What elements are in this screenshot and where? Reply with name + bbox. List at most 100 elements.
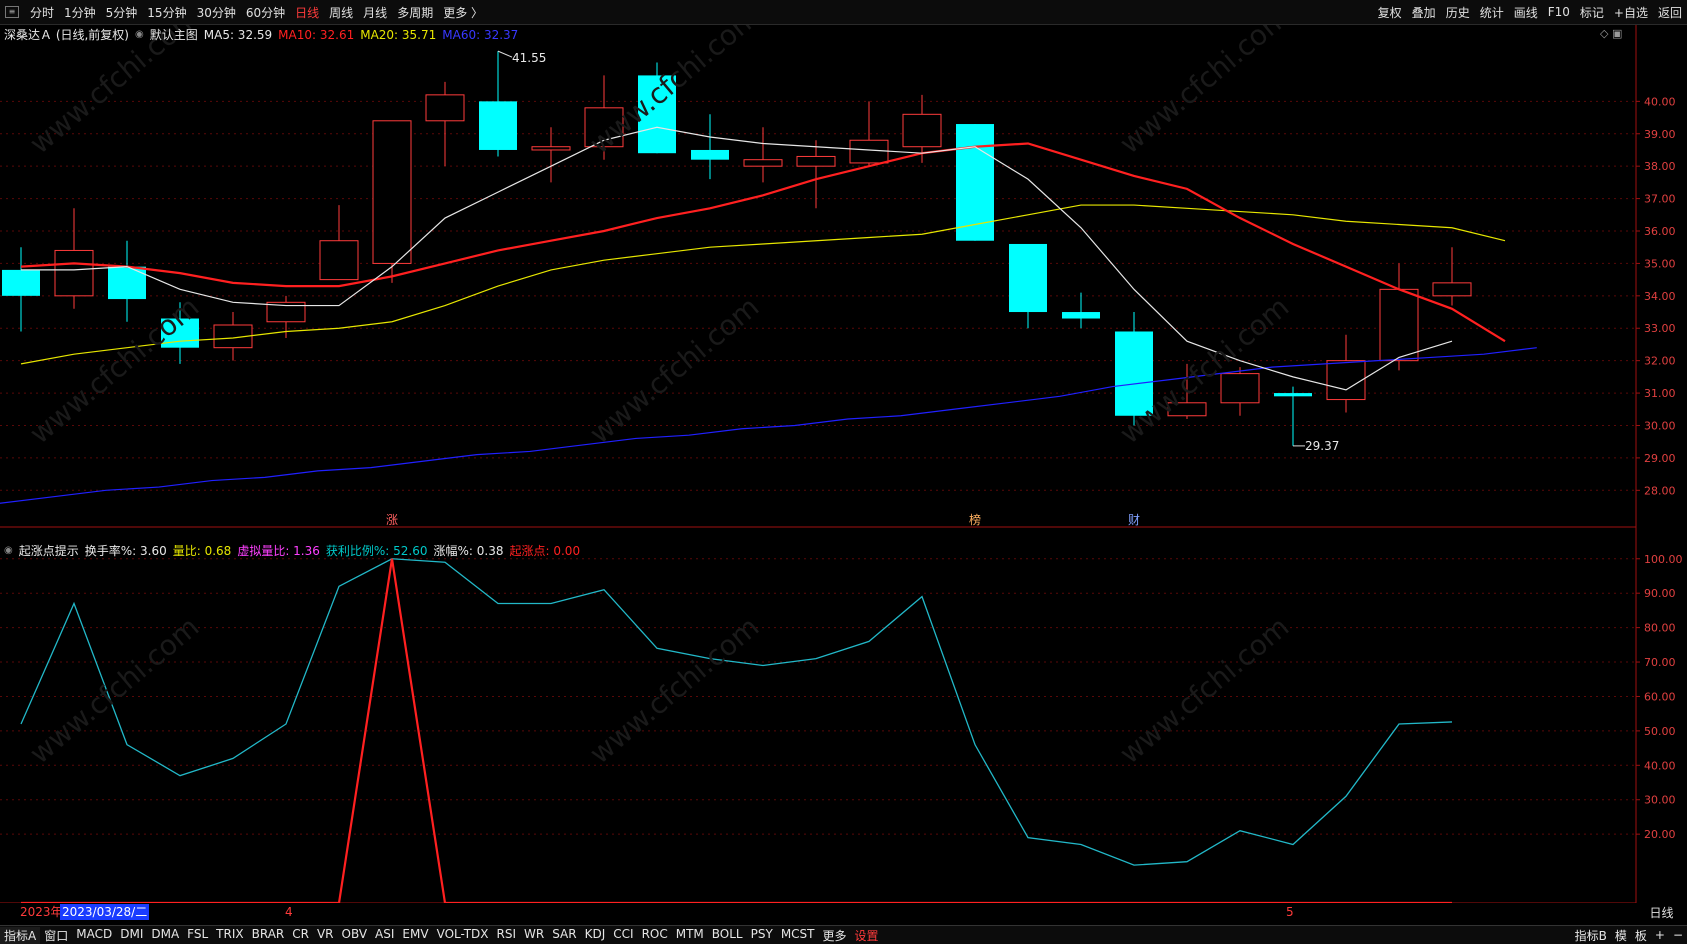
main-legend: 深桑达Ａ (日线,前复权) ◉ 默认主图 MA5: 32.59 MA10: 32… bbox=[4, 26, 518, 43]
indicator-right-tab-2[interactable]: 板 bbox=[1631, 927, 1651, 944]
indicator-tab-19[interactable]: ROC bbox=[638, 927, 672, 944]
chart-area[interactable]: 28.00 29.00 30.00 31.00 32.00 33.00 34.00 35.00… bbox=[0, 25, 1687, 925]
indicator-tick-label: 40.00 bbox=[1644, 759, 1676, 772]
indicator-tab-4[interactable]: DMA bbox=[147, 927, 183, 944]
vol-ratio-value: 量比: 0.68 bbox=[172, 544, 232, 558]
period-tab-2[interactable]: 5分钟 bbox=[101, 4, 143, 21]
indicator-tab-5[interactable]: FSL bbox=[183, 927, 212, 944]
candle-body-up bbox=[531, 146, 571, 151]
low-price-label: 29.37 bbox=[1305, 439, 1339, 453]
price-tick-label: 30.00 bbox=[1644, 419, 1676, 432]
period-tab-4[interactable]: 30分钟 bbox=[192, 4, 241, 21]
candle-body-up bbox=[1432, 282, 1472, 297]
period-tab-10[interactable]: 更多 〉 bbox=[438, 4, 488, 21]
indicator-right-tab-0[interactable]: 指标B bbox=[1571, 927, 1611, 944]
price-tick-label: 39.00 bbox=[1644, 128, 1676, 141]
watermark: www.cfchi.com bbox=[23, 25, 205, 160]
watermark: www.cfchi.com bbox=[1113, 25, 1295, 160]
candle-body-up bbox=[425, 94, 465, 122]
chart-settings-icon[interactable]: ◉ bbox=[135, 29, 144, 40]
watermark: www.cfchi.com bbox=[583, 610, 765, 770]
indicator-tabs-bar: 指标A 窗口 MACD DMI DMA FSL TRIX BRAR CR VR OBV ASI EMV V… bbox=[0, 925, 1687, 944]
period-tab-5[interactable]: 60分钟 bbox=[241, 4, 290, 21]
indicator-tab-15[interactable]: WR bbox=[520, 927, 548, 944]
indicator-tab-9[interactable]: VR bbox=[313, 927, 338, 944]
chart-name[interactable]: 默认主图 bbox=[150, 26, 198, 43]
right-toolbar: 复权 叠加 历史 统计 画线 F10 标记 +自选 返回 bbox=[1373, 0, 1687, 24]
price-tick-label: 37.00 bbox=[1644, 193, 1676, 206]
toolbar-tool-6[interactable]: 标记 bbox=[1575, 4, 1609, 21]
indicator-name[interactable]: 起涨点提示 bbox=[19, 542, 79, 559]
price-tick-label: 36.00 bbox=[1644, 225, 1676, 238]
ma5-value: MA5: 32.59 bbox=[203, 27, 273, 42]
indicator-tab-10[interactable]: OBV bbox=[338, 927, 372, 944]
candle-body-down bbox=[1062, 312, 1100, 319]
toolbar-tool-7[interactable]: +自选 bbox=[1609, 4, 1653, 21]
indicator-tab-2[interactable]: MACD bbox=[72, 927, 116, 944]
period-tabs: 分时 1分钟 5分钟 15分钟 30分钟 60分钟 日线 周线 月线 多周期 更多 〉 bbox=[25, 4, 488, 21]
indicator-right-tab-1[interactable]: 模 bbox=[1611, 927, 1631, 944]
indicator-right-tab-3[interactable]: + bbox=[1651, 928, 1669, 942]
stock-title: 深桑达Ａ (日线,前复权) bbox=[4, 28, 129, 42]
watermark: www.cfchi.com bbox=[23, 290, 205, 450]
toolbar-tool-8[interactable]: 返回 bbox=[1653, 4, 1687, 21]
month-4-label: 4 bbox=[285, 905, 293, 919]
indicator-tick-label: 30.00 bbox=[1644, 794, 1676, 807]
period-tab-1[interactable]: 1分钟 bbox=[59, 4, 101, 21]
menu-icon[interactable]: ≡ bbox=[5, 6, 19, 18]
candle-body-up bbox=[849, 139, 889, 164]
indicator-tab-6[interactable]: TRIX bbox=[212, 927, 247, 944]
indicator-tab-11[interactable]: ASI bbox=[371, 927, 398, 944]
indicator-tab-18[interactable]: CCI bbox=[609, 927, 637, 944]
kline-chart-svg[interactable]: 28.00 29.00 30.00 31.00 32.00 33.00 34.00 35.00… bbox=[0, 25, 1687, 903]
indicator-tab-21[interactable]: BOLL bbox=[708, 927, 747, 944]
indicator-tab-16[interactable]: SAR bbox=[548, 927, 580, 944]
window-buttons[interactable]: ◇ ▣ bbox=[1600, 27, 1622, 40]
candle-body-down bbox=[1274, 393, 1312, 397]
period-tab-6[interactable]: 日线 bbox=[290, 4, 324, 21]
indicator-tab-14[interactable]: RSI bbox=[493, 927, 521, 944]
toolbar-tool-3[interactable]: 统计 bbox=[1475, 4, 1509, 21]
period-tab-8[interactable]: 月线 bbox=[358, 4, 392, 21]
candle-body-up bbox=[1326, 360, 1366, 401]
period-axis-label[interactable]: 日线 bbox=[1636, 903, 1687, 923]
month-5-label: 5 bbox=[1286, 905, 1294, 919]
indicator-settings-icon[interactable]: ◉ bbox=[4, 545, 13, 556]
indicator-tab-0[interactable]: 指标A bbox=[0, 926, 41, 944]
cursor-date: 2023/03/28/二 bbox=[60, 904, 150, 920]
price-tick-label: 40.00 bbox=[1644, 95, 1676, 108]
candle-body-up bbox=[743, 159, 783, 167]
ma10-value: MA10: 32.61 bbox=[278, 27, 355, 42]
ma20-value: MA20: 35.71 bbox=[360, 27, 437, 42]
indicator-tab-3[interactable]: DMI bbox=[116, 927, 147, 944]
price-tick-label: 34.00 bbox=[1644, 290, 1676, 303]
indicator-right-tab-4[interactable]: − bbox=[1669, 928, 1687, 942]
indicator-tick-label: 60.00 bbox=[1644, 690, 1676, 703]
indicator-tab-17[interactable]: KDJ bbox=[581, 927, 610, 944]
toolbar-tool-4[interactable]: 画线 bbox=[1509, 4, 1543, 21]
indicator-tab-8[interactable]: CR bbox=[288, 927, 313, 944]
indicator-tab-7[interactable]: BRAR bbox=[248, 927, 289, 944]
year-label: 2023年 bbox=[20, 905, 63, 919]
indicator-tab-23[interactable]: MCST bbox=[777, 927, 819, 944]
toolbar-tool-1[interactable]: 叠加 bbox=[1407, 4, 1441, 21]
high-annotation-arrow bbox=[497, 50, 513, 58]
indicator-tab-24[interactable]: 更多 bbox=[819, 927, 851, 944]
toolbar-tool-5[interactable]: F10 bbox=[1543, 5, 1575, 19]
indicator-tab-22[interactable]: PSY bbox=[747, 927, 777, 944]
virtual-ratio-value: 虚拟量比: 1.36 bbox=[237, 544, 320, 558]
indicator-tab-13[interactable]: VOL-TDX bbox=[433, 927, 493, 944]
indicator-tab-25[interactable]: 设置 bbox=[851, 927, 883, 944]
indicator-tab-1[interactable]: 窗口 bbox=[40, 927, 72, 944]
candle-body-down bbox=[691, 149, 729, 160]
period-tab-3[interactable]: 15分钟 bbox=[142, 4, 191, 21]
period-tab-9[interactable]: 多周期 bbox=[392, 4, 438, 21]
indicator-tick-label: 20.00 bbox=[1644, 828, 1676, 841]
toolbar-tool-0[interactable]: 复权 bbox=[1373, 4, 1407, 21]
period-tab-0[interactable]: 分时 bbox=[25, 4, 59, 21]
indicator-tab-20[interactable]: MTM bbox=[672, 927, 708, 944]
period-tab-7[interactable]: 周线 bbox=[324, 4, 358, 21]
event-marker: 涨 bbox=[386, 512, 398, 527]
toolbar-tool-2[interactable]: 历史 bbox=[1441, 4, 1475, 21]
indicator-tab-12[interactable]: EMV bbox=[398, 927, 432, 944]
